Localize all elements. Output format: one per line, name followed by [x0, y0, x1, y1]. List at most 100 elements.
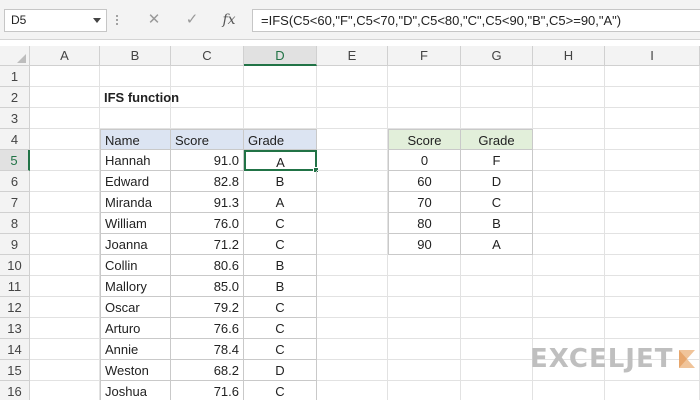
cell-c3[interactable]	[171, 108, 244, 129]
cell-b4[interactable]: Name	[100, 129, 171, 150]
row-header-1[interactable]: 1	[0, 66, 30, 87]
cell-g1[interactable]	[461, 66, 533, 87]
name-box[interactable]: D5	[4, 9, 107, 32]
cell-a7[interactable]	[30, 192, 100, 213]
cell-c4[interactable]: Score	[171, 129, 244, 150]
cell-e1[interactable]	[317, 66, 388, 87]
cell-h7[interactable]	[533, 192, 605, 213]
cell-b13[interactable]: Arturo	[100, 318, 171, 339]
cell-i3[interactable]	[605, 108, 700, 129]
cell-g6[interactable]: D	[461, 171, 533, 192]
cell-e6[interactable]	[317, 171, 388, 192]
cell-e2[interactable]	[317, 87, 388, 108]
cell-b8[interactable]: William	[100, 213, 171, 234]
cell-h10[interactable]	[533, 255, 605, 276]
cell-b10[interactable]: Collin	[100, 255, 171, 276]
cell-i2[interactable]	[605, 87, 700, 108]
cell-i16[interactable]	[605, 381, 700, 400]
formula-input[interactable]: =IFS(C5<60,"F",C5<70,"D",C5<80,"C",C5<90…	[252, 9, 700, 32]
row-header-3[interactable]: 3	[0, 108, 30, 129]
cell-c7[interactable]: 91.3	[171, 192, 244, 213]
cell-i11[interactable]	[605, 276, 700, 297]
drag-handle-icon[interactable]	[115, 13, 119, 27]
row-header-16[interactable]: 16	[0, 381, 30, 400]
cell-g11[interactable]	[461, 276, 533, 297]
cell-h2[interactable]	[533, 87, 605, 108]
selected-cell-d5[interactable]: A	[244, 150, 319, 173]
cell-c1[interactable]	[171, 66, 244, 87]
cell-d8[interactable]: C	[244, 213, 317, 234]
column-header-d[interactable]: D	[244, 46, 317, 66]
cell-h16[interactable]	[533, 381, 605, 400]
cell-i7[interactable]	[605, 192, 700, 213]
cell-c15[interactable]: 68.2	[171, 360, 244, 381]
cell-a9[interactable]	[30, 234, 100, 255]
select-all-button[interactable]	[0, 46, 30, 66]
row-header-9[interactable]: 9	[0, 234, 30, 255]
cell-d9[interactable]: C	[244, 234, 317, 255]
cell-h8[interactable]	[533, 213, 605, 234]
cell-f12[interactable]	[388, 297, 461, 318]
cell-a13[interactable]	[30, 318, 100, 339]
cell-f9[interactable]: 90	[388, 234, 461, 255]
cell-b3[interactable]	[100, 108, 171, 129]
cell-c5[interactable]: 91.0	[171, 150, 244, 171]
cell-c14[interactable]: 78.4	[171, 339, 244, 360]
cell-e11[interactable]	[317, 276, 388, 297]
cell-g10[interactable]	[461, 255, 533, 276]
insert-function-icon[interactable]: fx	[218, 9, 240, 32]
cell-h3[interactable]	[533, 108, 605, 129]
cell-a6[interactable]	[30, 171, 100, 192]
cell-d2[interactable]	[244, 87, 317, 108]
cell-c9[interactable]: 71.2	[171, 234, 244, 255]
cell-d14[interactable]: C	[244, 339, 317, 360]
cell-d11[interactable]: B	[244, 276, 317, 297]
cell-d4[interactable]: Grade	[244, 129, 317, 150]
column-header-e[interactable]: E	[317, 46, 388, 66]
cell-f2[interactable]	[388, 87, 461, 108]
row-header-13[interactable]: 13	[0, 318, 30, 339]
cell-c6[interactable]: 82.8	[171, 171, 244, 192]
cell-i1[interactable]	[605, 66, 700, 87]
cell-h11[interactable]	[533, 276, 605, 297]
column-header-h[interactable]: H	[533, 46, 605, 66]
cell-d13[interactable]: C	[244, 318, 317, 339]
row-header-5[interactable]: 5	[0, 150, 30, 171]
cell-f6[interactable]: 60	[388, 171, 461, 192]
cell-c13[interactable]: 76.6	[171, 318, 244, 339]
cell-i9[interactable]	[605, 234, 700, 255]
row-header-11[interactable]: 11	[0, 276, 30, 297]
cell-c12[interactable]: 79.2	[171, 297, 244, 318]
cell-b5[interactable]: Hannah	[100, 150, 171, 171]
column-header-a[interactable]: A	[30, 46, 100, 66]
cell-e8[interactable]	[317, 213, 388, 234]
cell-d6[interactable]: B	[244, 171, 317, 192]
cell-h6[interactable]	[533, 171, 605, 192]
column-header-i[interactable]: I	[605, 46, 700, 66]
cell-c2[interactable]	[171, 87, 244, 108]
cell-a3[interactable]	[30, 108, 100, 129]
cell-h4[interactable]	[533, 129, 605, 150]
cell-f15[interactable]	[388, 360, 461, 381]
cell-d7[interactable]: A	[244, 192, 317, 213]
cell-b1[interactable]	[100, 66, 171, 87]
cell-g7[interactable]: C	[461, 192, 533, 213]
cell-b11[interactable]: Mallory	[100, 276, 171, 297]
cell-e4[interactable]	[317, 129, 388, 150]
cell-e15[interactable]	[317, 360, 388, 381]
cell-g12[interactable]	[461, 297, 533, 318]
column-header-g[interactable]: G	[461, 46, 533, 66]
row-header-10[interactable]: 10	[0, 255, 30, 276]
cell-g9[interactable]: A	[461, 234, 533, 255]
cell-b14[interactable]: Annie	[100, 339, 171, 360]
cell-e3[interactable]	[317, 108, 388, 129]
cell-i4[interactable]	[605, 129, 700, 150]
cell-b12[interactable]: Oscar	[100, 297, 171, 318]
cell-d3[interactable]	[244, 108, 317, 129]
cell-e7[interactable]	[317, 192, 388, 213]
cell-b7[interactable]: Miranda	[100, 192, 171, 213]
column-header-b[interactable]: B	[100, 46, 171, 66]
cell-d12[interactable]: C	[244, 297, 317, 318]
cell-a11[interactable]	[30, 276, 100, 297]
row-header-2[interactable]: 2	[0, 87, 30, 108]
